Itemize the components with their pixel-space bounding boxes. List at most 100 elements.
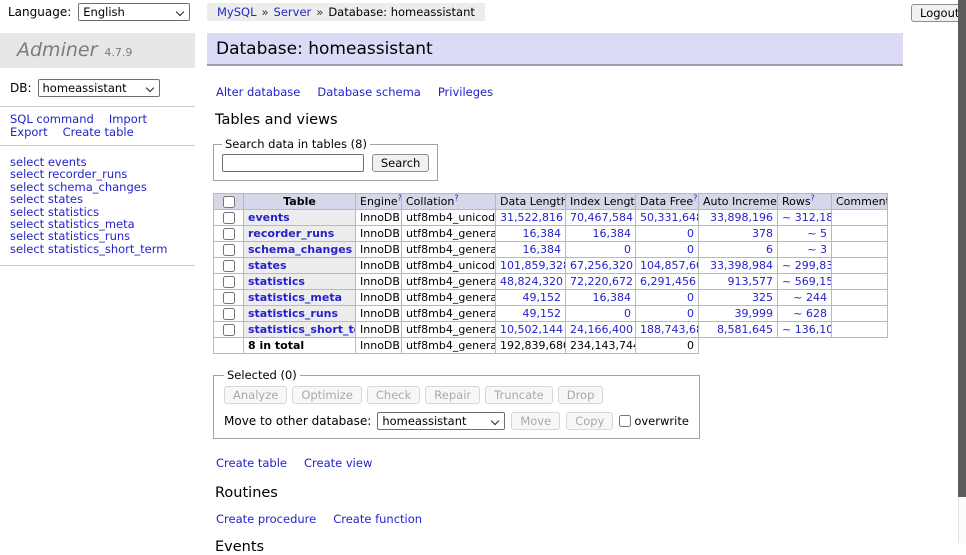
data-free-link[interactable]: 0: [687, 291, 694, 304]
help-link[interactable]: ?: [454, 194, 458, 203]
sidebar-action-export[interactable]: Export: [10, 125, 48, 139]
data-length-link[interactable]: 10,502,144: [500, 323, 563, 336]
sidebar-action-import[interactable]: Import: [109, 112, 147, 126]
move-button[interactable]: Move: [511, 412, 560, 430]
data-free-link[interactable]: 0: [687, 307, 694, 320]
table-link-states[interactable]: states: [248, 259, 287, 272]
drop-button[interactable]: Drop: [558, 386, 604, 404]
search-button[interactable]: Search: [372, 154, 430, 172]
tables-tbody: eventsInnoDButf8mb4_unicode_ci31,522,816…: [214, 210, 888, 338]
index-length-link[interactable]: 70,467,584: [570, 211, 633, 224]
row-checkbox-statistics[interactable]: [223, 276, 235, 288]
row-checkbox-statistics-short-term[interactable]: [223, 324, 235, 336]
auto-increment-link[interactable]: 33,398,984: [710, 259, 773, 272]
select-all-checkbox[interactable]: [223, 196, 235, 208]
auto-increment-link[interactable]: 39,999: [735, 307, 774, 320]
data-free-link[interactable]: 50,331,648: [640, 211, 699, 224]
link-create-procedure[interactable]: Create procedure: [216, 512, 316, 526]
index-length-link[interactable]: 16,384: [593, 227, 632, 240]
data-length-link[interactable]: 16,384: [523, 227, 562, 240]
table-link-statistics-meta[interactable]: statistics_meta: [248, 291, 342, 304]
breadcrumb-link-mysql[interactable]: MySQL: [217, 5, 257, 19]
link-alter-database[interactable]: Alter database: [216, 85, 300, 99]
data-length-link[interactable]: 48,824,320: [500, 275, 563, 288]
data-free-link[interactable]: 104,857,600: [640, 259, 699, 272]
data-free-link[interactable]: 188,743,680: [640, 323, 699, 336]
table-link-statistics[interactable]: statistics: [248, 275, 305, 288]
data-free-link[interactable]: 0: [687, 243, 694, 256]
copy-button[interactable]: Copy: [566, 412, 613, 430]
optimize-button[interactable]: Optimize: [292, 386, 362, 404]
rows-count-link[interactable]: ~ 312,180: [782, 211, 832, 224]
table-link-statistics-runs[interactable]: statistics_runs: [248, 307, 338, 320]
check-button[interactable]: Check: [367, 386, 420, 404]
auto-increment-link[interactable]: 6: [766, 243, 773, 256]
sidebar-item-select-statistics-short-term[interactable]: select statistics_short_term: [10, 243, 195, 255]
row-checkbox-events[interactable]: [223, 212, 235, 224]
index-length-link[interactable]: 67,256,320: [570, 259, 633, 272]
row-checkbox-states[interactable]: [223, 260, 235, 272]
rows-count-link[interactable]: ~ 3: [807, 243, 827, 256]
rows-count-link[interactable]: ~ 5: [807, 227, 827, 240]
table-link-events[interactable]: events: [248, 211, 290, 224]
repair-button[interactable]: Repair: [425, 386, 480, 404]
help-link[interactable]: ?: [693, 194, 697, 203]
scrollbar-thumb[interactable]: [958, 0, 966, 497]
db-select[interactable]: homeassistant: [38, 79, 160, 97]
link-create-function[interactable]: Create function: [333, 512, 422, 526]
table-link-statistics-short-term[interactable]: statistics_short_term: [248, 323, 356, 336]
auto-increment-link[interactable]: 913,577: [728, 275, 774, 288]
adminer-logo[interactable]: Adminer: [17, 41, 97, 60]
rows-count-link[interactable]: ~ 299,833: [782, 259, 832, 272]
rows-count-link[interactable]: ~ 244: [793, 291, 827, 304]
collation-cell: utf8mb4_general_ci: [402, 290, 496, 306]
row-checkbox-statistics-meta[interactable]: [223, 292, 235, 304]
analyze-button[interactable]: Analyze: [224, 386, 287, 404]
sidebar-action-sql-command[interactable]: SQL command: [10, 112, 94, 126]
data-length-link[interactable]: 49,152: [523, 307, 562, 320]
vertical-scrollbar[interactable]: [958, 0, 966, 543]
search-input[interactable]: [222, 154, 364, 172]
link-create-table[interactable]: Create table: [216, 456, 287, 470]
truncate-button[interactable]: Truncate: [485, 386, 553, 404]
table-link-recorder-runs[interactable]: recorder_runs: [248, 227, 334, 240]
help-link[interactable]: ?: [398, 194, 402, 203]
rows-count-link[interactable]: ~ 569,159: [782, 275, 832, 288]
rows-count-link[interactable]: ~ 136,108: [782, 323, 832, 336]
sidebar-action-create-table[interactable]: Create table: [63, 125, 134, 139]
auto-increment-link[interactable]: 33,898,196: [710, 211, 773, 224]
index-length-link[interactable]: 24,166,400: [570, 323, 633, 336]
row-checkbox-recorder-runs[interactable]: [223, 228, 235, 240]
rows-count-link[interactable]: ~ 628: [793, 307, 827, 320]
move-db-select[interactable]: homeassistant: [377, 412, 505, 430]
data-length-link[interactable]: 101,859,328: [500, 259, 566, 272]
db-label: DB:: [10, 81, 32, 95]
link-database-schema[interactable]: Database schema: [317, 85, 420, 99]
data-length-link[interactable]: 49,152: [523, 291, 562, 304]
table-link-schema-changes[interactable]: schema_changes: [248, 243, 352, 256]
language-select[interactable]: English: [78, 3, 190, 21]
index-length-link[interactable]: 0: [624, 307, 631, 320]
data-free-cell: 0: [636, 290, 699, 306]
data-free-link[interactable]: 6,291,456: [640, 275, 696, 288]
sidebar-item-select-statistics-runs[interactable]: select statistics_runs: [10, 230, 195, 242]
sidebar-item-select-recorder-runs[interactable]: select recorder_runs: [10, 168, 195, 180]
overwrite-checkbox[interactable]: [619, 415, 631, 427]
index-length-link[interactable]: 16,384: [593, 291, 632, 304]
help-link[interactable]: ?: [811, 194, 815, 203]
breadcrumb-link-server[interactable]: Server: [274, 5, 312, 19]
data-length-link[interactable]: 16,384: [523, 243, 562, 256]
link-privileges[interactable]: Privileges: [438, 85, 493, 99]
link-create-view[interactable]: Create view: [304, 456, 372, 470]
auto-increment-link[interactable]: 378: [752, 227, 773, 240]
total-collation-cell: utf8mb4_general_ci: [402, 338, 496, 354]
data-free-link[interactable]: 0: [687, 227, 694, 240]
sidebar-item-select-states[interactable]: select states: [10, 193, 195, 205]
row-checkbox-schema-changes[interactable]: [223, 244, 235, 256]
index-length-link[interactable]: 72,220,672: [570, 275, 633, 288]
row-checkbox-statistics-runs[interactable]: [223, 308, 235, 320]
auto-increment-link[interactable]: 325: [752, 291, 773, 304]
data-length-link[interactable]: 31,522,816: [500, 211, 563, 224]
auto-increment-link[interactable]: 8,581,645: [717, 323, 773, 336]
index-length-link[interactable]: 0: [624, 243, 631, 256]
